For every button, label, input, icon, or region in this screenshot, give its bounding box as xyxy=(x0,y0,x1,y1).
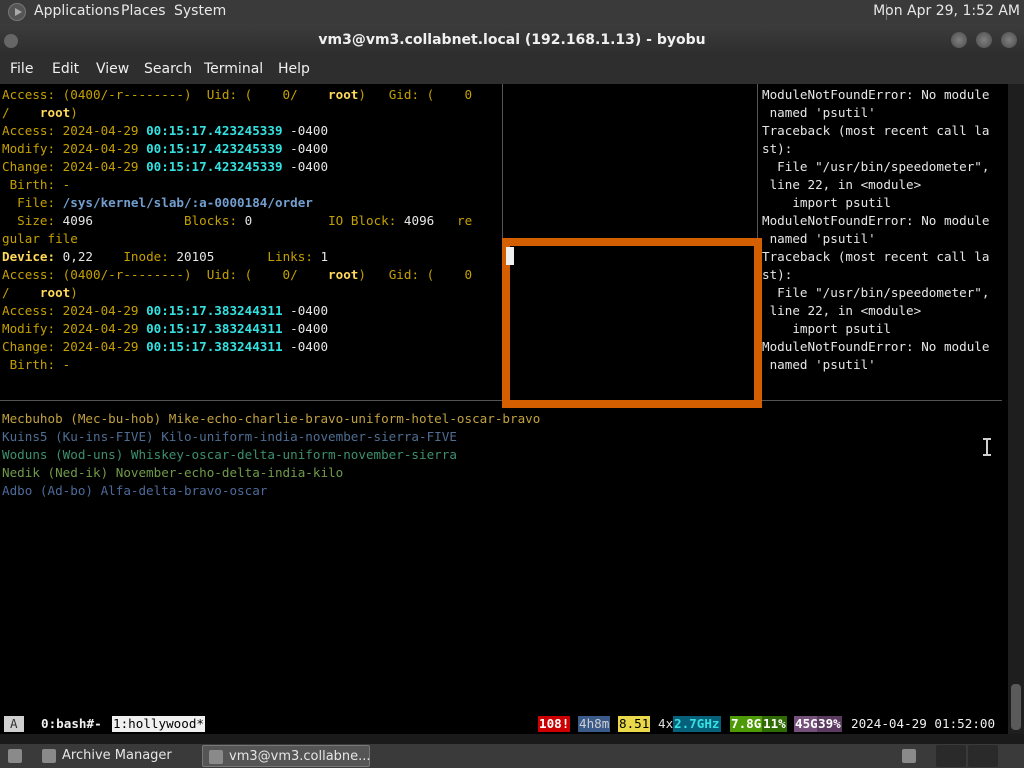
workspace-1[interactable] xyxy=(936,745,966,767)
byobu-logo: A xyxy=(4,716,24,732)
memory-percent: 11% xyxy=(762,716,787,732)
terminal-line: File "/usr/bin/speedometer", xyxy=(762,159,990,174)
updates-badge: 108! xyxy=(538,716,571,732)
terminal-line: Traceback (most recent call la xyxy=(762,249,990,264)
show-desktop-button[interactable] xyxy=(2,745,30,767)
menu-applications[interactable]: Applications xyxy=(34,3,120,19)
highlighted-pane[interactable] xyxy=(502,238,762,408)
terminal-line: ModuleNotFoundError: No module xyxy=(762,339,990,354)
terminal-line: line 22, in <module> xyxy=(762,303,922,318)
terminal-line: Access: (0400/-r--------) Uid: ( 0/ root… xyxy=(2,267,473,282)
top-panel: Applications Places System Mon Apr 29, 1… xyxy=(0,0,1024,24)
pane-hollywood-names[interactable]: Mecbuhob (Mec-bu-hob) Mike-echo-charlie-… xyxy=(2,410,540,500)
terminal-line: line 22, in <module> xyxy=(762,177,922,192)
terminal-line: Access: 2024-04-29 00:15:17.383244311 -0… xyxy=(2,303,329,318)
menu-help[interactable]: Help xyxy=(278,61,310,77)
terminal-line: Size: 4096 Blocks: 0 IO Block: 4096 re xyxy=(2,213,473,228)
terminal-line: Access: (0400/-r--------) Uid: ( 0/ root… xyxy=(2,87,473,102)
terminal-line: gular file xyxy=(2,231,78,246)
terminal-line: st): xyxy=(762,267,793,282)
workspace-switcher[interactable] xyxy=(896,745,924,767)
terminal-line: Traceback (most recent call la xyxy=(762,123,990,138)
menu-edit[interactable]: Edit xyxy=(52,61,79,77)
terminal-line: Kuins5 (Ku-ins-FIVE) Kilo-uniform-india-… xyxy=(2,429,457,444)
status-datetime: 2024-04-29 01:52:00 xyxy=(851,716,996,731)
mouse-ibeam-cursor xyxy=(983,438,991,456)
menu-view[interactable]: View xyxy=(96,61,129,77)
window-tab-bash[interactable]: 0:bash#- xyxy=(40,716,103,732)
pane-stat-output[interactable]: Access: (0400/-r--------) Uid: ( 0/ root… xyxy=(2,86,472,374)
terminal-line: Access: 2024-04-29 00:15:17.423245339 -0… xyxy=(2,123,329,138)
terminal-line: Birth: - xyxy=(2,357,71,372)
disk-percent: 39% xyxy=(817,716,842,732)
terminal-tray-icon xyxy=(902,749,916,763)
pane-traceback[interactable]: ModuleNotFoundError: No module named 'ps… xyxy=(762,86,989,374)
terminal-icon xyxy=(209,750,223,764)
terminal-scrollbar[interactable] xyxy=(1008,84,1024,734)
terminal-line: Nedik (Ned-ik) November-echo-delta-india… xyxy=(2,465,344,480)
terminal-line: Modify: 2024-04-29 00:15:17.383244311 -0… xyxy=(2,321,329,336)
terminal-line: Mecbuhob (Mec-bu-hob) Mike-echo-charlie-… xyxy=(2,411,541,426)
terminal-line: ModuleNotFoundError: No module xyxy=(762,213,990,228)
disk-total: 45G xyxy=(794,716,819,732)
menu-search[interactable]: Search xyxy=(144,61,192,77)
terminal-line: File: /sys/kernel/slab/:a-0000184/order xyxy=(2,195,313,210)
terminal-line: Modify: 2024-04-29 00:15:17.423245339 -0… xyxy=(2,141,329,156)
terminal-line: Adbo (Ad-bo) Alfa-delta-bravo-oscar xyxy=(2,483,268,498)
terminal-line: named 'psutil' xyxy=(762,105,876,120)
close-icon[interactable] xyxy=(1001,32,1017,48)
terminal-line: / root) xyxy=(2,105,78,120)
cpu-frequency: 2.7GHz xyxy=(673,716,721,732)
menubar: File Edit View Search Terminal Help xyxy=(0,56,1024,84)
terminal-line: Device: 0,22 Inode: 20105 Links: 1 xyxy=(2,249,329,264)
scrollbar-thumb[interactable] xyxy=(1011,684,1021,730)
terminal-line: import psutil xyxy=(762,195,891,210)
window-title: vm3@vm3.collabnet.local (192.168.1.13) -… xyxy=(318,32,706,48)
terminal-line: File "/usr/bin/speedometer", xyxy=(762,285,990,300)
terminal-line: named 'psutil' xyxy=(762,231,876,246)
menu-file[interactable]: File xyxy=(10,61,33,77)
byobu-status-bar: A 0:bash#- 1:hollywood* 108! 4h8m 8.51 4… xyxy=(0,714,1008,734)
window-titlebar[interactable]: vm3@vm3.collabnet.local (192.168.1.13) -… xyxy=(0,24,1024,56)
terminal-line: / root) xyxy=(2,285,78,300)
archive-icon xyxy=(42,749,56,763)
terminal-line: Change: 2024-04-29 00:15:17.383244311 -0… xyxy=(2,339,329,354)
terminal-line: Change: 2024-04-29 00:15:17.423245339 -0… xyxy=(2,159,329,174)
cpu-count: 4x xyxy=(658,716,674,731)
load-badge: 8.51 xyxy=(618,716,651,732)
uptime-badge: 4h8m xyxy=(578,716,611,732)
window-tab-hollywood[interactable]: 1:hollywood* xyxy=(112,716,205,732)
menu-terminal[interactable]: Terminal xyxy=(204,61,263,77)
applications-icon[interactable] xyxy=(8,3,26,21)
memory-total: 7.8G xyxy=(730,716,763,732)
taskbar: Archive Manager vm3@vm3.collabne... xyxy=(0,744,1024,768)
text-cursor xyxy=(506,247,514,265)
terminal-line: Woduns (Wod-uns) Whiskey-oscar-delta-uni… xyxy=(2,447,457,462)
terminal-line: ModuleNotFoundError: No module xyxy=(762,87,990,102)
desktop-icon xyxy=(8,749,22,763)
task-terminal[interactable]: vm3@vm3.collabne... xyxy=(202,745,371,767)
terminal-line: named 'psutil' xyxy=(762,357,876,372)
pane-divider xyxy=(0,400,1002,401)
task-archive-manager[interactable]: Archive Manager xyxy=(36,745,196,767)
maximize-icon[interactable] xyxy=(976,32,992,48)
terminal-line: st): xyxy=(762,141,793,156)
minimize-icon[interactable] xyxy=(951,32,967,48)
menu-system[interactable]: System xyxy=(174,3,226,19)
clock[interactable]: Mon Apr 29, 1:52 AM xyxy=(873,3,1020,19)
terminal-line: Birth: - xyxy=(2,177,71,192)
menu-places[interactable]: Places xyxy=(121,3,166,19)
terminal-line: import psutil xyxy=(762,321,891,336)
workspace-2[interactable] xyxy=(968,745,998,767)
